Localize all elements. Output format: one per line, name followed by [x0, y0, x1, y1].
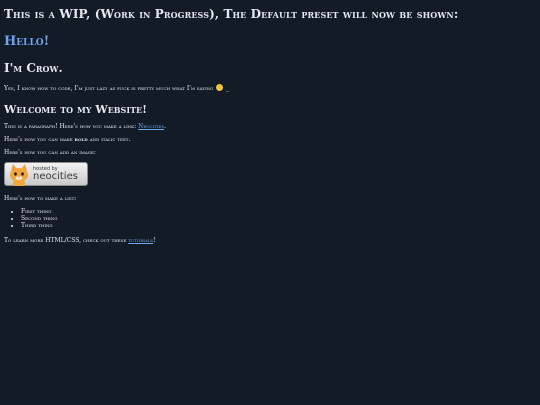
badge-big-label: neocities — [33, 170, 78, 182]
list-item: Third thing — [21, 222, 536, 229]
neocities-cat-icon — [10, 164, 28, 186]
hello-heading: Hello! — [4, 34, 50, 49]
wip-notice: This is a WIP, (Work in Progress), The D… — [4, 7, 459, 21]
hosted-by-neocities-badge[interactable]: hosted by neocities — [4, 162, 88, 186]
name-heading: I'm Crow. — [4, 61, 63, 75]
paragraph-line: This is a paragraph! Here's how you make… — [4, 123, 536, 131]
list-intro: Here's how to make a list: — [4, 195, 77, 202]
badge-text: hosted by neocities — [33, 166, 78, 182]
welcome-heading: Welcome to my Website! — [4, 103, 147, 116]
intro-note-text: Yes, I know how to code, I'm just lazy a… — [4, 85, 214, 92]
bold-word: bold — [74, 136, 88, 143]
page-content: This is a WIP, (Work in Progress), The D… — [0, 0, 540, 405]
bold-suffix: and italic text. — [89, 136, 131, 143]
list-item: Second thing — [21, 215, 536, 222]
tutorial-end: ! — [153, 237, 156, 244]
list-item: First thing — [21, 208, 536, 215]
tutorial-line: To learn more HTML/CSS, check out these … — [4, 237, 536, 245]
neocities-link[interactable]: Neocities — [138, 123, 164, 130]
paragraph-text: This is a paragraph! Here's how you make… — [4, 123, 137, 130]
image-text: Here's how you can add an image: — [4, 149, 96, 156]
smiley-face-icon — [216, 84, 224, 91]
tutorial-text: To learn more HTML/CSS, check out these — [4, 237, 127, 244]
example-list: First thing Second thing Third thing — [4, 208, 536, 229]
bold-italic-line: Here's how you can make bold and italic … — [4, 136, 536, 144]
tutorials-link[interactable]: tutorials — [128, 237, 153, 244]
paragraph-end: . — [164, 123, 166, 130]
bold-prefix: Here's how you can make — [4, 136, 73, 143]
intro-note: Yes, I know how to code, I'm just lazy a… — [4, 84, 536, 93]
intro-note-end: _ — [226, 85, 230, 92]
